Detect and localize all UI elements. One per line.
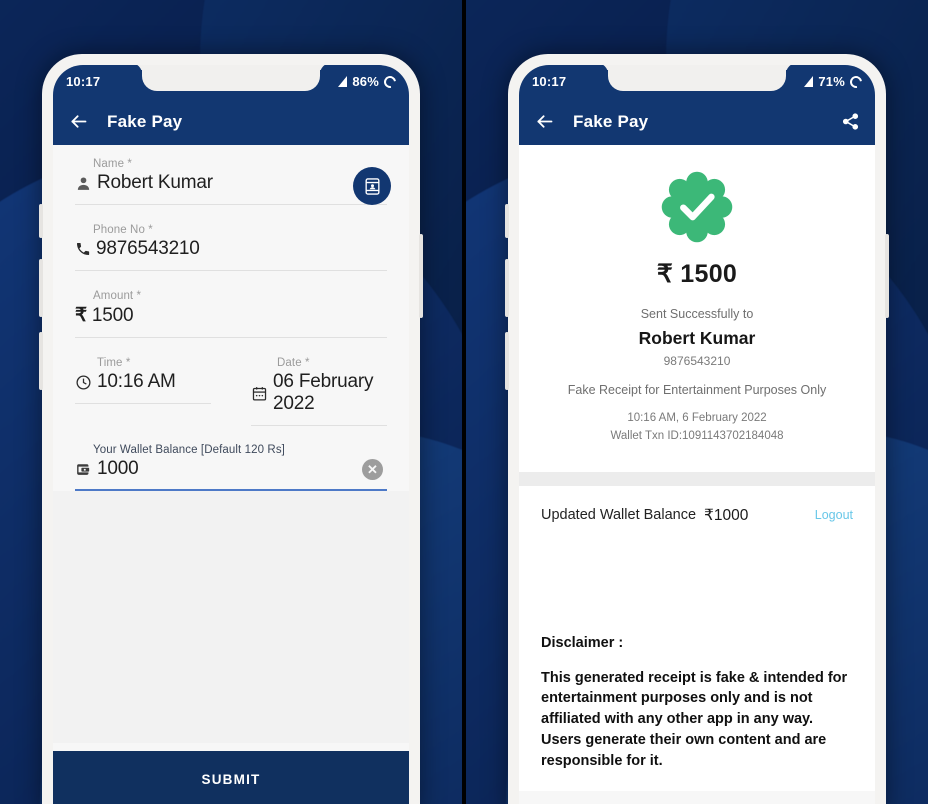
submit-button[interactable]: SUBMIT [53, 751, 409, 804]
receipt-card: ₹ 1500 Sent Successfully to Robert Kumar… [519, 145, 875, 472]
phone-device-left: 10:17 86% Fake Pay Name * Robert Kumar P… [39, 54, 423, 804]
field-phone-value: 9876543210 [96, 238, 200, 259]
field-underline [251, 425, 387, 426]
share-icon[interactable] [839, 111, 861, 133]
device-power-button[interactable] [419, 234, 423, 318]
device-volume-up-button[interactable] [505, 259, 509, 317]
field-time[interactable]: Time * 10:16 AM [53, 344, 233, 432]
field-date-label: Date * [277, 357, 310, 369]
field-name-label: Name * [93, 158, 132, 170]
calendar-icon [251, 385, 268, 402]
clock-icon [75, 374, 92, 391]
person-icon [75, 175, 92, 192]
receipt-sent-label: Sent Successfully to [640, 307, 754, 321]
status-bar-time: 10:17 [66, 74, 101, 89]
device-volume-down-button[interactable] [39, 332, 43, 390]
form-empty-space [53, 491, 409, 743]
field-underline [75, 403, 211, 404]
receipt-datetime: 10:16 AM, 6 February 2022 [627, 412, 767, 424]
status-bar: 10:17 71% [519, 65, 875, 98]
updated-wallet-card: Updated Wallet Balance ₹1000 Logout [519, 485, 875, 545]
disclaimer-section: Disclaimer : This generated receipt is f… [519, 630, 875, 792]
device-power-button[interactable] [885, 234, 889, 318]
battery-percent-label: 71% [818, 74, 845, 89]
battery-ring-icon [847, 73, 865, 90]
updated-wallet-label: Updated Wallet Balance [541, 507, 697, 524]
clear-circle-icon[interactable]: ✕ [362, 458, 383, 480]
signal-triangle-icon [338, 76, 348, 87]
logout-link[interactable]: Logout [815, 508, 853, 522]
right-panel: 10:17 71% Fake Pay ₹ 1500 Sent Successfu… [466, 0, 928, 804]
field-phone[interactable]: Phone No * 9876543210 [53, 211, 409, 277]
left-panel: 10:17 86% Fake Pay Name * Robert Kumar P… [0, 0, 462, 804]
card-separator [519, 471, 875, 486]
field-amount-label: Amount * [93, 290, 142, 302]
field-name[interactable]: Name * Robert Kumar [53, 145, 409, 211]
wallet-icon [75, 461, 92, 478]
field-underline [75, 337, 387, 338]
field-time-label: Time * [97, 357, 131, 369]
back-arrow-icon[interactable] [533, 111, 555, 133]
field-underline [75, 270, 387, 271]
field-wallet-label: Your Wallet Balance [Default 120 Rs] [93, 444, 285, 456]
field-date-value: 06 February 2022 [273, 371, 374, 414]
phone-device-right: 10:17 71% Fake Pay ₹ 1500 Sent Successfu… [505, 54, 889, 804]
status-bar-indicators: 86% [338, 73, 399, 90]
device-volume-up-button[interactable] [39, 259, 43, 317]
field-wallet-value: 1000 [97, 458, 139, 479]
payment-form: Name * Robert Kumar Phone No * 987654321… [53, 145, 409, 804]
disclaimer-title: Disclaimer : [541, 634, 624, 651]
app-bar-title: Fake Pay [573, 111, 649, 131]
app-bar: Fake Pay [519, 98, 875, 145]
field-wallet-balance[interactable]: Your Wallet Balance [Default 120 Rs] 100… [53, 432, 409, 491]
status-bar: 10:17 86% [53, 65, 409, 98]
display-notch [142, 65, 320, 91]
device-volume-down-button[interactable] [505, 332, 509, 390]
field-name-value: Robert Kumar [97, 172, 213, 193]
phone-icon [75, 241, 91, 257]
battery-percent-label: 86% [352, 74, 379, 89]
rupee-icon: ₹ [75, 305, 87, 326]
receipt-recipient-name: Robert Kumar [638, 328, 756, 348]
back-arrow-icon[interactable] [67, 111, 89, 133]
field-time-value: 10:16 AM [97, 371, 176, 392]
app-bar: Fake Pay [53, 98, 409, 145]
app-bar-title: Fake Pay [107, 111, 183, 131]
field-date[interactable]: Date * 06 February 2022 [233, 344, 409, 432]
field-amount[interactable]: Amount * ₹ 1500 [53, 277, 409, 344]
field-underline-focused [75, 489, 387, 491]
receipt-fake-note: Fake Receipt for Entertainment Purposes … [567, 383, 827, 397]
receipt-txn-id: Wallet Txn ID:1091143702184048 [610, 429, 784, 442]
submit-bar: SUBMIT [53, 743, 409, 804]
status-bar-indicators: 71% [804, 73, 865, 90]
status-bar-time: 10:17 [532, 74, 567, 89]
field-amount-value: 1500 [91, 304, 134, 326]
updated-wallet-amount: ₹1000 [704, 506, 749, 524]
signal-triangle-icon [804, 76, 814, 87]
green-check-badge-icon [661, 171, 733, 243]
field-underline [75, 204, 387, 205]
receipt-recipient-phone: 9876543210 [663, 354, 731, 368]
receipt-amount: ₹ 1500 [656, 260, 738, 288]
phone-screen-right: 10:17 71% Fake Pay ₹ 1500 Sent Successfu… [519, 65, 875, 804]
screenshot-stage: 10:17 86% Fake Pay Name * Robert Kumar P… [0, 0, 928, 804]
disclaimer-body: This generated receipt is fake & intende… [541, 669, 848, 769]
display-notch [608, 65, 786, 91]
phone-screen-left: 10:17 86% Fake Pay Name * Robert Kumar P… [53, 65, 409, 804]
device-side-button[interactable] [505, 204, 509, 238]
field-phone-label: Phone No * [93, 224, 153, 236]
battery-ring-icon [381, 73, 399, 90]
time-date-row: Time * 10:16 AM Date * 06 February 2022 [53, 344, 409, 432]
contact-card-icon[interactable] [353, 167, 391, 205]
wallet-card-filler [519, 544, 875, 631]
success-badge-wrap [535, 171, 859, 243]
device-side-button[interactable] [39, 204, 43, 238]
